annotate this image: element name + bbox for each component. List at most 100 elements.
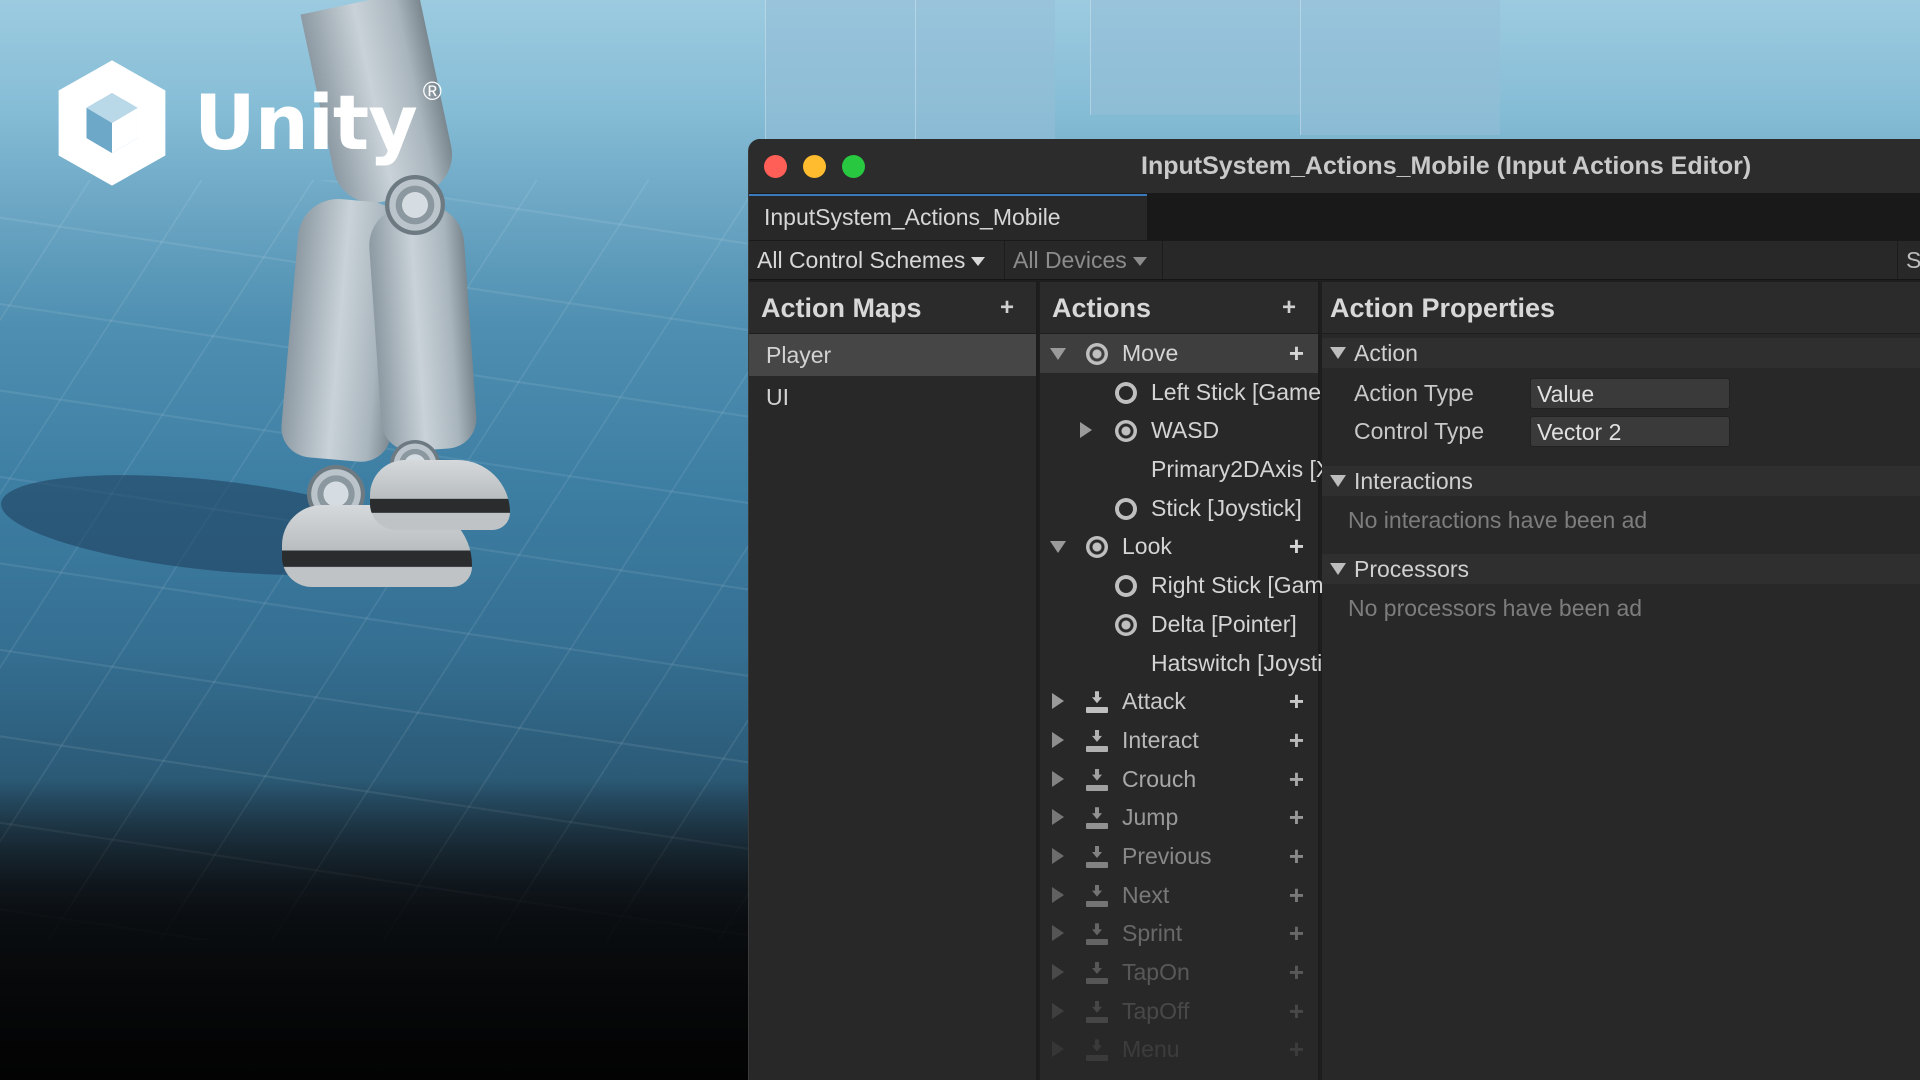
search-field-partial[interactable]: S: [1897, 241, 1920, 279]
action-section-foldout[interactable]: Action: [1322, 338, 1920, 368]
chevron-down-icon: [971, 257, 986, 267]
action-label: Menu: [1122, 1036, 1180, 1063]
control-type-dropdown[interactable]: Vector 2: [1530, 416, 1730, 447]
action-section-label: Action: [1354, 340, 1418, 366]
add-binding-button[interactable]: +: [1289, 837, 1304, 876]
action-row[interactable]: Move +: [1040, 334, 1318, 373]
control-schemes-dropdown[interactable]: All Control Schemes: [749, 241, 1005, 279]
action-label: Interact: [1122, 726, 1199, 753]
action-row[interactable]: TapOff +: [1040, 992, 1318, 1031]
action-row[interactable]: Interact +: [1040, 721, 1318, 760]
minimize-window-button[interactable]: [803, 155, 826, 178]
foldout-collapsed-icon[interactable]: [1052, 886, 1064, 903]
action-type-row: Action Type Value: [1322, 374, 1920, 412]
action-label: Attack: [1122, 688, 1186, 715]
unity-cube-icon: [58, 60, 166, 186]
foldout-expanded-icon[interactable]: [1050, 541, 1066, 554]
button-icon: [1086, 923, 1108, 946]
action-row[interactable]: Next +: [1040, 876, 1318, 915]
add-binding-button[interactable]: +: [1289, 721, 1304, 760]
action-map-item-ui[interactable]: UI: [749, 376, 1036, 418]
button-icon: [1086, 691, 1108, 714]
action-row[interactable]: Jump +: [1040, 798, 1318, 837]
button-icon: [1086, 1039, 1108, 1062]
add-binding-button[interactable]: +: [1289, 760, 1304, 799]
devices-dropdown[interactable]: All Devices: [1005, 241, 1163, 279]
processors-section-label: Processors: [1354, 556, 1470, 582]
zoom-window-button[interactable]: [842, 155, 865, 178]
button-icon: [1086, 807, 1108, 830]
action-label: TapOn: [1122, 959, 1190, 985]
action-row[interactable]: Look +: [1040, 527, 1318, 566]
binding-row[interactable]: Left Stick [Gamepad]: [1040, 373, 1366, 412]
action-row[interactable]: Menu +: [1040, 1030, 1318, 1069]
interactions-section-foldout[interactable]: Interactions: [1322, 466, 1920, 496]
tab-input-system-actions-mobile[interactable]: InputSystem_Actions_Mobile: [749, 194, 1147, 240]
actions-header: Actions +: [1040, 282, 1318, 334]
foldout-collapsed-icon[interactable]: [1052, 731, 1064, 748]
button-icon: [1086, 730, 1108, 752]
foldout-collapsed-icon[interactable]: [1052, 770, 1064, 787]
foldout-expanded-icon[interactable]: [1050, 348, 1066, 360]
add-binding-button[interactable]: +: [1289, 682, 1304, 721]
action-maps-header: Action Maps +: [749, 282, 1036, 334]
binding-row[interactable]: Hatswitch [Joystick]: [1040, 644, 1352, 683]
foldout-collapsed-icon[interactable]: [1052, 847, 1064, 864]
add-binding-button[interactable]: +: [1289, 992, 1304, 1031]
binding-row[interactable]: Primary2DAxis [XR Controller]: [1040, 450, 1460, 489]
interactions-empty-note: No interactions have been ad: [1348, 507, 1648, 533]
binding-label: Delta [Pointer]: [1151, 610, 1297, 637]
foldout-collapsed-icon[interactable]: [1080, 422, 1092, 439]
add-action-map-button[interactable]: +: [1000, 282, 1014, 334]
add-binding-button[interactable]: +: [1289, 914, 1304, 953]
action-label: Move: [1122, 340, 1179, 366]
action-row[interactable]: Attack +: [1040, 682, 1318, 721]
binding-row[interactable]: WASD: [1040, 411, 1318, 450]
add-binding-button[interactable]: +: [1289, 953, 1304, 992]
add-binding-button[interactable]: +: [1289, 334, 1304, 373]
action-properties-title: Action Properties: [1330, 293, 1556, 323]
add-binding-button[interactable]: +: [1289, 876, 1304, 915]
background-building: [1300, 0, 1500, 135]
action-type-dropdown[interactable]: Value: [1530, 378, 1730, 409]
binding-row[interactable]: Delta [Pointer]: [1040, 605, 1318, 644]
action-maps-title: Action Maps: [761, 293, 922, 323]
binding-label: WASD: [1151, 417, 1220, 444]
action-label: TapOff: [1122, 997, 1190, 1024]
action-map-item-player[interactable]: Player: [749, 334, 1036, 376]
editor-panels: Action Maps + Player UI Actions + Move + Le…: [749, 282, 1920, 1080]
control-schemes-label: All Control Schemes: [757, 247, 966, 273]
action-maps-panel: Action Maps + Player UI: [749, 282, 1038, 1080]
target-icon: [1115, 613, 1137, 636]
add-binding-button[interactable]: +: [1289, 1030, 1304, 1069]
binding-row[interactable]: Right Stick [Gamepad]: [1040, 566, 1381, 605]
add-action-button[interactable]: +: [1282, 282, 1296, 334]
editor-toolbar: All Control Schemes All Devices S: [749, 240, 1920, 280]
foldout-collapsed-icon[interactable]: [1052, 925, 1064, 942]
action-row[interactable]: Sprint +: [1040, 914, 1318, 953]
action-row[interactable]: TapOn +: [1040, 953, 1318, 992]
button-icon: [1086, 846, 1108, 868]
action-row[interactable]: Crouch +: [1040, 760, 1318, 799]
devices-label: All Devices: [1013, 247, 1127, 273]
actions-panel-column: Actions + Move + Left Stick [Gamepad] WASD P…: [1040, 282, 1460, 1080]
close-window-button[interactable]: [764, 155, 787, 178]
foldout-collapsed-icon[interactable]: [1052, 964, 1064, 980]
processors-empty-note: No processors have been ad: [1348, 595, 1643, 621]
add-binding-button[interactable]: +: [1289, 527, 1304, 566]
target-icon: [1086, 536, 1108, 559]
target-icon: [1115, 420, 1137, 443]
window-titlebar[interactable]: InputSystem_Actions_Mobile (Input Action…: [749, 139, 1920, 194]
action-row[interactable]: Previous +: [1040, 837, 1318, 876]
robot-shin: [366, 201, 479, 454]
button-icon: [1086, 885, 1108, 907]
foldout-collapsed-icon[interactable]: [1052, 809, 1064, 826]
unity-wordmark: Unity: [194, 78, 418, 167]
foldout-expanded-icon: [1330, 563, 1346, 575]
foldout-collapsed-icon[interactable]: [1052, 1002, 1064, 1019]
foldout-collapsed-icon[interactable]: [1052, 693, 1064, 710]
binding-row[interactable]: Stick [Joystick]: [1040, 489, 1318, 528]
processors-section-foldout[interactable]: Processors: [1322, 554, 1920, 584]
add-binding-button[interactable]: +: [1289, 798, 1304, 837]
foldout-collapsed-icon[interactable]: [1052, 1041, 1064, 1058]
